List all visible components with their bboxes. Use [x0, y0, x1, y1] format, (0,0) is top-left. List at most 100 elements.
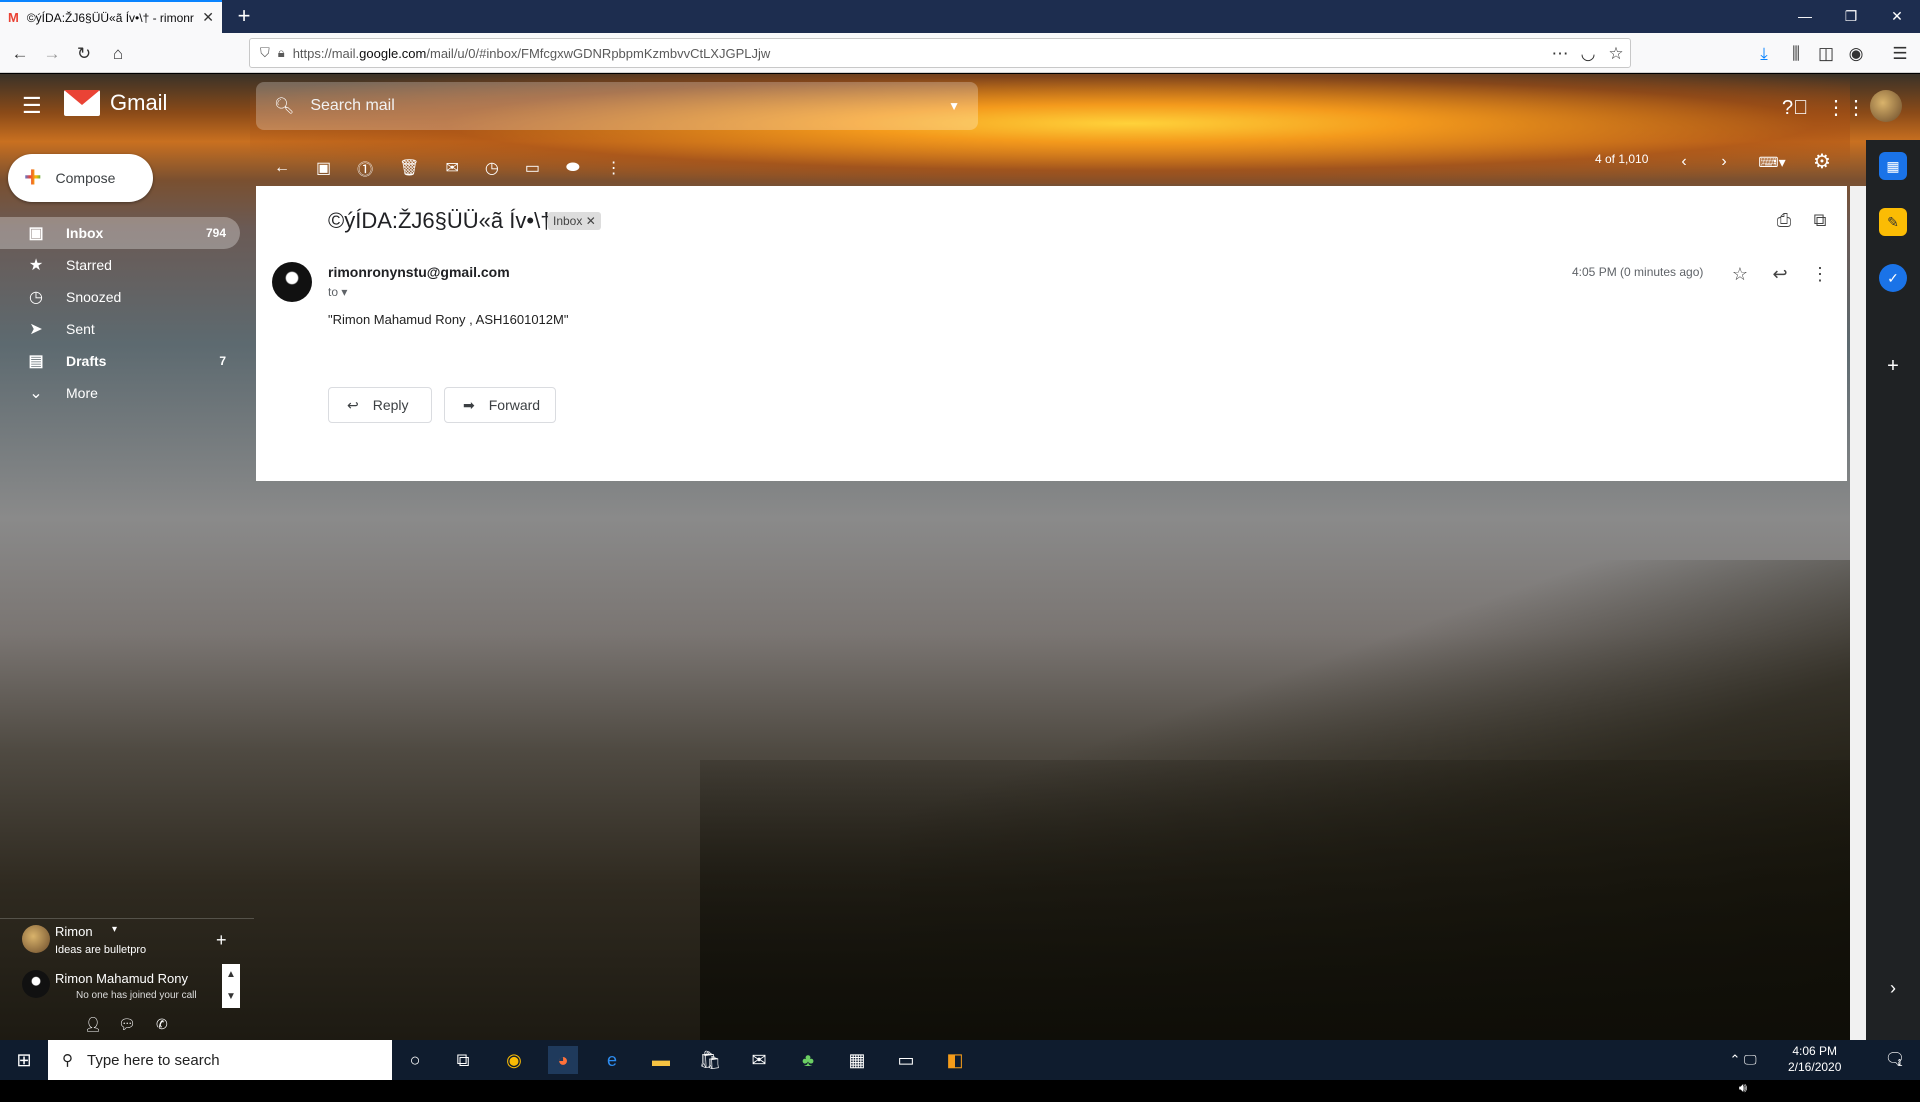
input-tools-icon[interactable]: ⌨▾ — [1752, 150, 1792, 174]
close-tab-icon[interactable]: ✕ — [202, 9, 214, 26]
sender-avatar[interactable] — [272, 262, 312, 302]
settings-gear-icon[interactable]: ⚙ — [1810, 150, 1834, 174]
older-icon[interactable]: › — [1712, 150, 1736, 174]
edge-icon[interactable]: e — [597, 1046, 627, 1074]
clover-app-icon[interactable]: ♣ — [793, 1046, 823, 1074]
recipient-toggle[interactable]: to ▾ — [328, 285, 347, 299]
browser-tab[interactable]: M ©ýÍDA:ŽJ6§ÜÜ«ã Ív•\† - rimonr ✕ — [0, 0, 222, 33]
hangouts-my-name[interactable]: Rimon — [55, 924, 93, 939]
main-menu-icon[interactable]: ☰ — [22, 95, 48, 117]
search-icon[interactable]: 🔍︎ — [274, 96, 294, 116]
contact-avatar[interactable] — [22, 970, 50, 998]
terminal-icon[interactable]: ▭ — [891, 1046, 921, 1074]
sidebar-item-more[interactable]: ⌄ More — [0, 377, 240, 409]
forward-button[interactable]: ➡ Forward — [444, 387, 556, 423]
pocket-icon[interactable]: ◡ — [1574, 40, 1602, 68]
hangouts-chat-icon[interactable]: 💬︎ — [118, 1016, 136, 1033]
restore-button[interactable]: ❐ — [1828, 0, 1874, 33]
inbox-label-chip[interactable]: Inbox ✕ — [548, 212, 601, 230]
windows-start-icon[interactable]: ⊞ — [9, 1046, 39, 1074]
shield-icon[interactable]: ⛉ — [260, 45, 270, 61]
hangouts-contact-name[interactable]: Rimon Mahamud Rony — [55, 971, 188, 986]
remove-label-icon[interactable]: ✕ — [586, 214, 596, 228]
hangouts-scroll[interactable]: ▲ ▼ — [222, 964, 240, 1008]
home-icon[interactable]: ⌂ — [104, 40, 132, 68]
scrollbar[interactable] — [1850, 186, 1866, 1040]
url-text: https://mail.google.com/mail/u/0/#inbox/… — [292, 45, 771, 61]
compose-plus-icon: + — [24, 161, 42, 194]
chrome-icon[interactable]: ◉ — [499, 1046, 529, 1074]
phone-icon[interactable]: ✆ — [156, 1016, 168, 1033]
help-icon[interactable]: ?⃝ — [1782, 96, 1808, 120]
forward-icon[interactable]: → — [38, 40, 66, 68]
snooze-icon[interactable]: ◷ — [485, 158, 499, 178]
close-window-button[interactable]: ✕ — [1874, 0, 1920, 33]
sidebar-toggle-icon[interactable]: ◫ — [1812, 40, 1840, 68]
back-to-inbox-icon[interactable]: ← — [274, 159, 290, 177]
reload-icon[interactable]: ↻ — [70, 40, 98, 68]
star-message-icon[interactable]: ☆ — [1728, 262, 1752, 286]
my-avatar[interactable] — [22, 925, 50, 953]
reply-icon[interactable]: ↩ — [1768, 262, 1792, 286]
tray-icons[interactable]: ⌃ 🖵︎ 🔊︎ — [1728, 1046, 1758, 1095]
url-bar[interactable]: ⛉ 🔒︎ https://mail.google.com/mail/u/0/#i… — [249, 38, 1631, 68]
account-avatar[interactable] — [1870, 90, 1902, 122]
new-conversation-icon[interactable]: + — [216, 930, 227, 951]
downloads-icon[interactable]: ⤓ — [1750, 40, 1778, 68]
newer-icon[interactable]: ‹ — [1672, 150, 1696, 174]
search-input[interactable] — [310, 97, 933, 115]
archive-icon[interactable]: ▣ — [316, 158, 331, 178]
search-box[interactable]: 🔍︎ ▼ — [256, 82, 978, 130]
clock-icon: ◷ — [29, 289, 43, 306]
store-icon[interactable]: 🛍︎ — [695, 1046, 725, 1074]
mail-icon[interactable]: ✉ — [744, 1046, 774, 1074]
apps-grid-icon[interactable]: ⋮⋮⋮ — [1826, 96, 1886, 120]
compose-button[interactable]: + Compose — [8, 154, 153, 202]
calculator-icon[interactable]: ▦ — [842, 1046, 872, 1074]
sidebar-item-sent[interactable]: ➤ Sent — [0, 313, 240, 345]
taskbar-search[interactable]: ⚲ Type here to search — [48, 1040, 392, 1080]
virtualbox-icon[interactable]: ◧ — [940, 1046, 970, 1074]
contacts-icon[interactable]: 👤︎ — [84, 1016, 102, 1033]
calendar-icon[interactable]: ▦ — [1879, 152, 1907, 180]
get-addons-icon[interactable]: + — [1879, 352, 1907, 380]
more-actions-icon[interactable]: ⋮ — [1808, 262, 1832, 286]
gmail-logo[interactable]: Gmail — [64, 90, 167, 116]
firefox-icon[interactable]: ◕ — [548, 1046, 578, 1074]
page-actions-icon[interactable]: ⋯ — [1546, 40, 1574, 68]
sidebar-item-inbox[interactable]: ▣ Inbox 794 — [0, 217, 240, 249]
open-new-window-icon[interactable]: ⧉ — [1808, 208, 1832, 232]
keep-icon[interactable]: ✎ — [1879, 208, 1907, 236]
notifications-icon[interactable]: 🗨︎ — [1880, 1046, 1910, 1074]
more-options-icon[interactable]: ⋮ — [606, 158, 622, 178]
file-explorer-icon[interactable]: ▬ — [646, 1046, 676, 1074]
taskbar-clock[interactable]: 4:06 PM 2/16/2020 — [1788, 1043, 1841, 1075]
report-spam-icon[interactable]: ⓵ — [357, 156, 373, 180]
minimize-button[interactable]: — — [1782, 0, 1828, 33]
library-icon[interactable]: ⫼ — [1782, 40, 1810, 68]
back-icon[interactable]: ← — [6, 40, 34, 68]
reply-button[interactable]: ↩ Reply — [328, 387, 432, 423]
mark-unread-icon[interactable]: ✉ — [445, 158, 458, 178]
lock-icon[interactable]: 🔒︎ — [278, 45, 285, 61]
cortana-icon[interactable]: ○ — [400, 1046, 430, 1074]
sidebar-item-starred[interactable]: ★ Starred — [0, 249, 240, 281]
sidebar-item-drafts[interactable]: ▤ Drafts 7 — [0, 345, 240, 377]
sender-email[interactable]: rimonronynstu@gmail.com — [328, 264, 510, 280]
delete-icon[interactable]: 🗑︎ — [399, 158, 419, 178]
label-icon[interactable]: ⬬ — [566, 159, 580, 177]
unread-count: 794 — [205, 226, 226, 240]
tasks-icon[interactable]: ✓ — [1879, 264, 1907, 292]
bookmark-star-icon[interactable]: ☆ — [1602, 40, 1630, 68]
new-tab-button[interactable]: + — [232, 4, 256, 28]
expand-panel-icon[interactable]: › — [1879, 974, 1907, 1002]
print-icon[interactable]: ⎙ — [1772, 208, 1796, 232]
status-dropdown-icon[interactable]: ▾ — [112, 924, 117, 935]
sidebar-item-snoozed[interactable]: ◷ Snoozed — [0, 281, 240, 313]
hangouts-my-status: Ideas are bulletpro — [55, 944, 147, 956]
move-to-icon[interactable]: ▭ — [525, 158, 540, 178]
search-options-icon[interactable]: ▼ — [948, 99, 960, 113]
menu-icon[interactable]: ☰ — [1886, 40, 1914, 68]
task-view-icon[interactable]: ⧉ — [448, 1046, 478, 1074]
account-icon[interactable]: ◉ — [1842, 40, 1870, 68]
